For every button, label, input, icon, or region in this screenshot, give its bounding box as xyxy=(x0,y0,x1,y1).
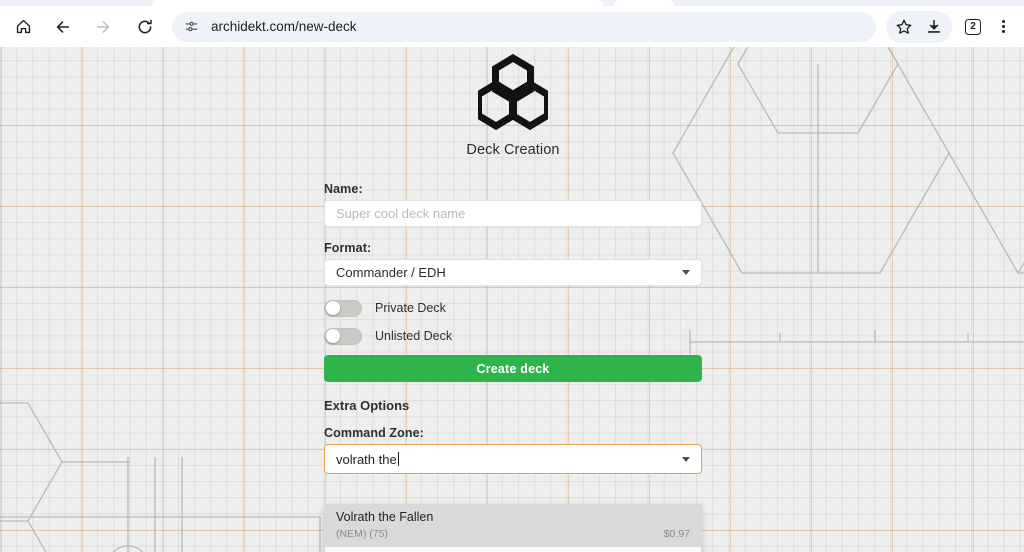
chevron-down-icon[interactable] xyxy=(682,457,690,462)
tab-count-button[interactable]: 2 xyxy=(958,12,988,42)
private-deck-toggle-row[interactable]: Private Deck xyxy=(324,294,702,322)
deck-name-placeholder: Super cool deck name xyxy=(336,206,465,221)
autocomplete-option-name: Volrath the Fallen xyxy=(336,510,690,526)
autocomplete-option-set: (NEM) (75) xyxy=(336,528,388,540)
download-icon[interactable] xyxy=(919,12,949,42)
name-field-group: Name: Super cool deck name xyxy=(324,182,702,227)
autocomplete-list-padding xyxy=(325,547,701,552)
command-zone-input-value: volrath the xyxy=(336,452,397,467)
format-select-value: Commander / EDH xyxy=(336,265,446,280)
command-zone-autocomplete-dropdown[interactable]: Volrath the Fallen (NEM) (75) $0.97 xyxy=(324,504,702,552)
name-field-label: Name: xyxy=(324,182,702,196)
command-zone-input[interactable]: volrath the xyxy=(324,444,702,474)
chevron-down-icon xyxy=(682,270,690,275)
command-zone-group: Command Zone: volrath the xyxy=(324,426,702,474)
back-icon[interactable] xyxy=(48,12,78,42)
page-viewport: Deck Creation Name: Super cool deck name… xyxy=(0,47,1024,552)
tune-icon[interactable] xyxy=(184,19,199,34)
command-zone-input-wrapper: volrath the xyxy=(336,452,399,467)
toolbar-pill-group xyxy=(886,11,952,43)
create-deck-button[interactable]: Create deck xyxy=(324,355,702,382)
extra-options-heading: Extra Options xyxy=(324,398,702,413)
toggle-knob xyxy=(326,329,340,343)
autocomplete-option-price: $0.97 xyxy=(664,528,690,540)
unlisted-deck-toggle[interactable] xyxy=(324,328,362,345)
logo-block: Deck Creation xyxy=(324,47,702,158)
address-bar[interactable]: archidekt.com/new-deck xyxy=(172,12,876,42)
text-cursor xyxy=(398,452,399,466)
format-select[interactable]: Commander / EDH xyxy=(324,259,702,286)
star-icon[interactable] xyxy=(889,12,919,42)
autocomplete-option-meta: (NEM) (75) $0.97 xyxy=(336,528,690,540)
private-deck-toggle[interactable] xyxy=(324,300,362,317)
reload-icon[interactable] xyxy=(130,12,160,42)
browser-chrome: archidekt.com/new-deck 2 xyxy=(0,0,1024,47)
toggle-knob xyxy=(326,301,340,315)
format-field-group: Format: Commander / EDH xyxy=(324,241,702,286)
page-title: Deck Creation xyxy=(324,142,702,158)
deck-name-input[interactable]: Super cool deck name xyxy=(324,200,702,227)
tab-count-badge: 2 xyxy=(965,19,981,35)
private-deck-label: Private Deck xyxy=(375,301,446,315)
create-deck-button-label: Create deck xyxy=(476,362,549,376)
archidekt-hexagon-logo xyxy=(478,54,548,138)
unlisted-deck-label: Unlisted Deck xyxy=(375,329,452,343)
home-icon[interactable] xyxy=(8,12,38,42)
autocomplete-option[interactable]: Volrath the Fallen (NEM) (75) $0.97 xyxy=(325,504,701,547)
forward-icon xyxy=(88,12,118,42)
deck-creation-form: Deck Creation Name: Super cool deck name… xyxy=(324,47,702,474)
address-bar-url: archidekt.com/new-deck xyxy=(211,19,357,34)
format-field-label: Format: xyxy=(324,241,702,255)
toggle-group: Private Deck Unlisted Deck xyxy=(324,294,702,350)
browser-toolbar: archidekt.com/new-deck 2 xyxy=(0,6,1024,47)
toolbar-actions: 2 xyxy=(886,11,1024,43)
unlisted-deck-toggle-row[interactable]: Unlisted Deck xyxy=(324,322,702,350)
kebab-menu-icon[interactable] xyxy=(988,12,1018,42)
command-zone-label: Command Zone: xyxy=(324,426,702,440)
